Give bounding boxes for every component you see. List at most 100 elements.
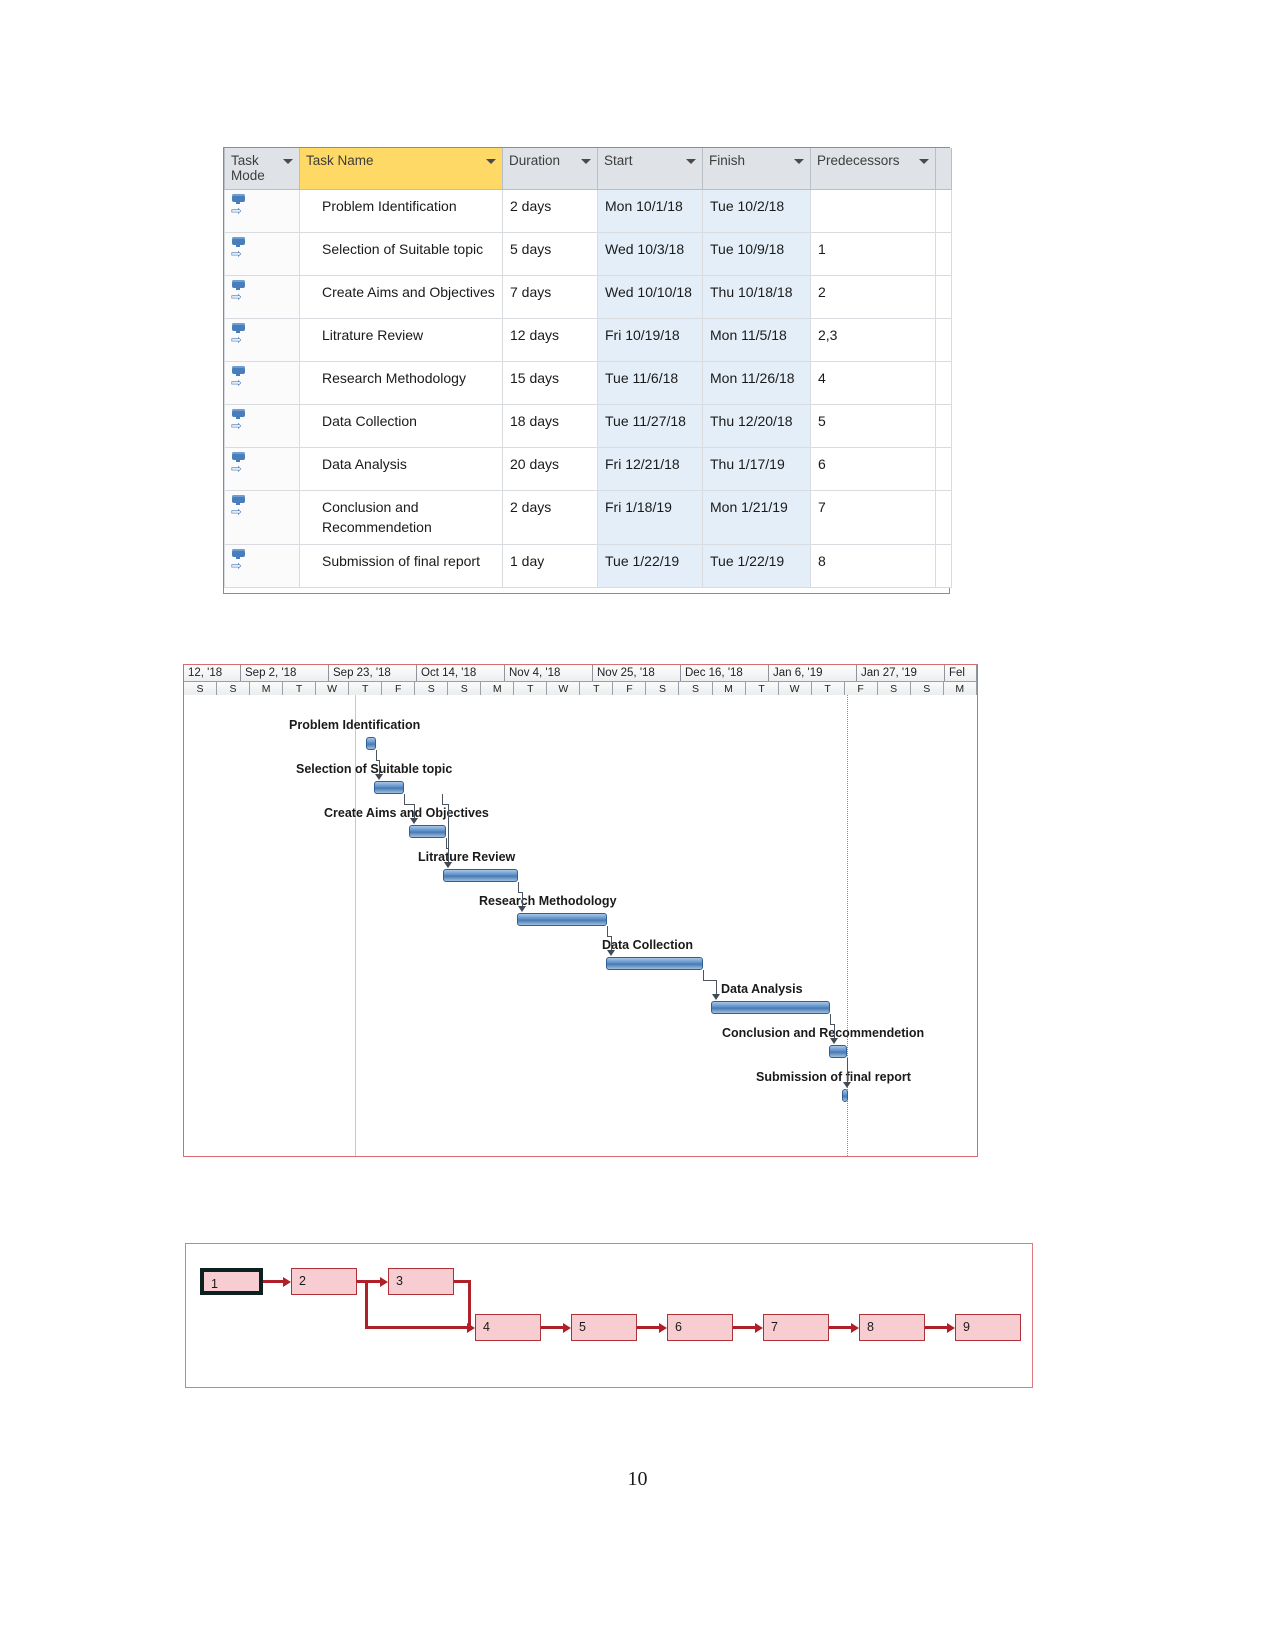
cell-predecessors[interactable]: 1 [810, 232, 936, 276]
cell-predecessors[interactable]: 2,3 [810, 318, 936, 362]
network-node[interactable]: 4 [475, 1314, 541, 1341]
chevron-down-icon[interactable] [919, 159, 929, 164]
cell-duration[interactable]: 15 days [502, 361, 598, 405]
cell-task-name[interactable]: Create Aims and Objectives [299, 275, 503, 319]
network-node[interactable]: 1 [200, 1268, 263, 1295]
cell-start[interactable]: Tue 1/22/19 [597, 543, 703, 588]
cell-predecessors[interactable]: 8 [810, 543, 936, 588]
cell-predecessors[interactable]: 4 [810, 361, 936, 405]
table-row[interactable]: ⇨ Selection of Suitable topic 5 days Wed 10… [224, 232, 952, 276]
gantt-month-cell: Sep 23, '18 [329, 665, 417, 681]
chevron-down-icon[interactable] [686, 159, 696, 164]
gantt-bar[interactable] [443, 869, 518, 882]
column-header-finish[interactable]: Finish [702, 148, 811, 190]
column-header-task-mode[interactable]: Task Mode [224, 148, 300, 190]
gantt-bar[interactable] [829, 1045, 847, 1058]
table-row[interactable]: ⇨ Submission of final report 1 day Tue 1/22… [224, 543, 952, 588]
gantt-bar[interactable] [409, 825, 446, 838]
column-header-duration[interactable]: Duration [502, 148, 598, 190]
cell-duration[interactable]: 7 days [502, 275, 598, 319]
cell-start[interactable]: Fri 12/21/18 [597, 447, 703, 491]
gantt-dependency-link [703, 970, 704, 980]
network-node[interactable]: 3 [388, 1268, 454, 1295]
cell-task-name[interactable]: Data Analysis [299, 447, 503, 491]
cell-predecessors[interactable]: 2 [810, 275, 936, 319]
cell-finish[interactable]: Thu 1/17/19 [702, 447, 811, 491]
cell-start[interactable]: Fri 10/19/18 [597, 318, 703, 362]
gantt-bar[interactable] [842, 1089, 848, 1102]
cell-task-mode[interactable]: ⇨ [224, 232, 300, 276]
cell-predecessors[interactable] [810, 189, 936, 233]
cell-task-name[interactable]: Submission of final report [299, 543, 503, 588]
cell-task-name[interactable]: Litrature Review [299, 318, 503, 362]
gantt-bar[interactable] [366, 737, 376, 750]
chevron-down-icon[interactable] [581, 159, 591, 164]
cell-predecessors[interactable]: 5 [810, 404, 936, 448]
table-row[interactable]: ⇨ Data Collection 18 days Tue 11/27/18 Thu 1… [224, 404, 952, 448]
cell-start[interactable]: Mon 10/1/18 [597, 189, 703, 233]
cell-task-mode[interactable]: ⇨ [224, 404, 300, 448]
gantt-month-cell: Nov 25, '18 [593, 665, 681, 681]
chevron-down-icon[interactable] [486, 159, 496, 164]
cell-finish[interactable]: Tue 10/2/18 [702, 189, 811, 233]
gantt-day-cell: S [448, 682, 482, 696]
cell-start[interactable]: Tue 11/27/18 [597, 404, 703, 448]
cell-task-name[interactable]: Data Collection [299, 404, 503, 448]
cell-task-name[interactable]: Selection of Suitable topic [299, 232, 503, 276]
cell-finish[interactable]: Tue 10/9/18 [702, 232, 811, 276]
cell-task-mode[interactable]: ⇨ [224, 318, 300, 362]
cell-task-name[interactable]: Research Methodology [299, 361, 503, 405]
column-header-predecessors[interactable]: Predecessors [810, 148, 936, 190]
table-row[interactable]: ⇨ Litrature Review 12 days Fri 10/19/18 Mon … [224, 318, 952, 362]
network-node[interactable]: 7 [763, 1314, 829, 1341]
table-row[interactable]: ⇨ Conclusion and Recommendetion 2 days Fri … [224, 490, 952, 545]
network-node[interactable]: 9 [955, 1314, 1021, 1341]
cell-duration[interactable]: 2 days [502, 189, 598, 233]
gantt-day-cell: W [547, 682, 581, 696]
cell-start[interactable]: Fri 1/18/19 [597, 490, 703, 545]
cell-task-name[interactable]: Problem Identification [299, 189, 503, 233]
cell-predecessors[interactable]: 7 [810, 490, 936, 545]
chevron-down-icon[interactable] [283, 159, 293, 164]
column-header-overflow[interactable] [935, 148, 952, 190]
cell-duration[interactable]: 5 days [502, 232, 598, 276]
table-row[interactable]: ⇨ Create Aims and Objectives 7 days Wed 10/… [224, 275, 952, 319]
column-header-task-name[interactable]: Task Name [299, 148, 503, 190]
cell-start[interactable]: Wed 10/10/18 [597, 275, 703, 319]
cell-duration[interactable]: 2 days [502, 490, 598, 545]
cell-finish[interactable]: Tue 1/22/19 [702, 543, 811, 588]
cell-duration[interactable]: 1 day [502, 543, 598, 588]
cell-predecessors[interactable]: 6 [810, 447, 936, 491]
cell-start[interactable]: Wed 10/3/18 [597, 232, 703, 276]
cell-duration[interactable]: 20 days [502, 447, 598, 491]
cell-finish[interactable]: Mon 11/26/18 [702, 361, 811, 405]
cell-task-mode[interactable]: ⇨ [224, 275, 300, 319]
cell-task-name[interactable]: Conclusion and Recommendetion [299, 490, 503, 545]
cell-finish[interactable]: Mon 1/21/19 [702, 490, 811, 545]
cell-finish[interactable]: Mon 11/5/18 [702, 318, 811, 362]
table-row[interactable]: ⇨ Research Methodology 15 days Tue 11/6/18 M… [224, 361, 952, 405]
network-node[interactable]: 5 [571, 1314, 637, 1341]
chevron-down-icon[interactable] [794, 159, 804, 164]
network-edge [637, 1326, 659, 1329]
gantt-bar[interactable] [711, 1001, 830, 1014]
network-node[interactable]: 2 [291, 1268, 357, 1295]
cell-task-mode[interactable]: ⇨ [224, 189, 300, 233]
cell-duration[interactable]: 12 days [502, 318, 598, 362]
table-row[interactable]: ⇨ Data Analysis 20 days Fri 12/21/18 Thu 1/1… [224, 447, 952, 491]
gantt-bar[interactable] [517, 913, 607, 926]
network-node[interactable]: 8 [859, 1314, 925, 1341]
table-row[interactable]: ⇨ Problem Identification 2 days Mon 10/1/18… [224, 189, 952, 233]
cell-task-mode[interactable]: ⇨ [224, 543, 300, 588]
cell-start[interactable]: Tue 11/6/18 [597, 361, 703, 405]
cell-finish[interactable]: Thu 12/20/18 [702, 404, 811, 448]
column-header-start[interactable]: Start [597, 148, 703, 190]
gantt-bar[interactable] [374, 781, 404, 794]
cell-duration[interactable]: 18 days [502, 404, 598, 448]
gantt-bar[interactable] [606, 957, 703, 970]
network-node[interactable]: 6 [667, 1314, 733, 1341]
cell-task-mode[interactable]: ⇨ [224, 490, 300, 545]
cell-finish[interactable]: Thu 10/18/18 [702, 275, 811, 319]
cell-task-mode[interactable]: ⇨ [224, 447, 300, 491]
cell-task-mode[interactable]: ⇨ [224, 361, 300, 405]
